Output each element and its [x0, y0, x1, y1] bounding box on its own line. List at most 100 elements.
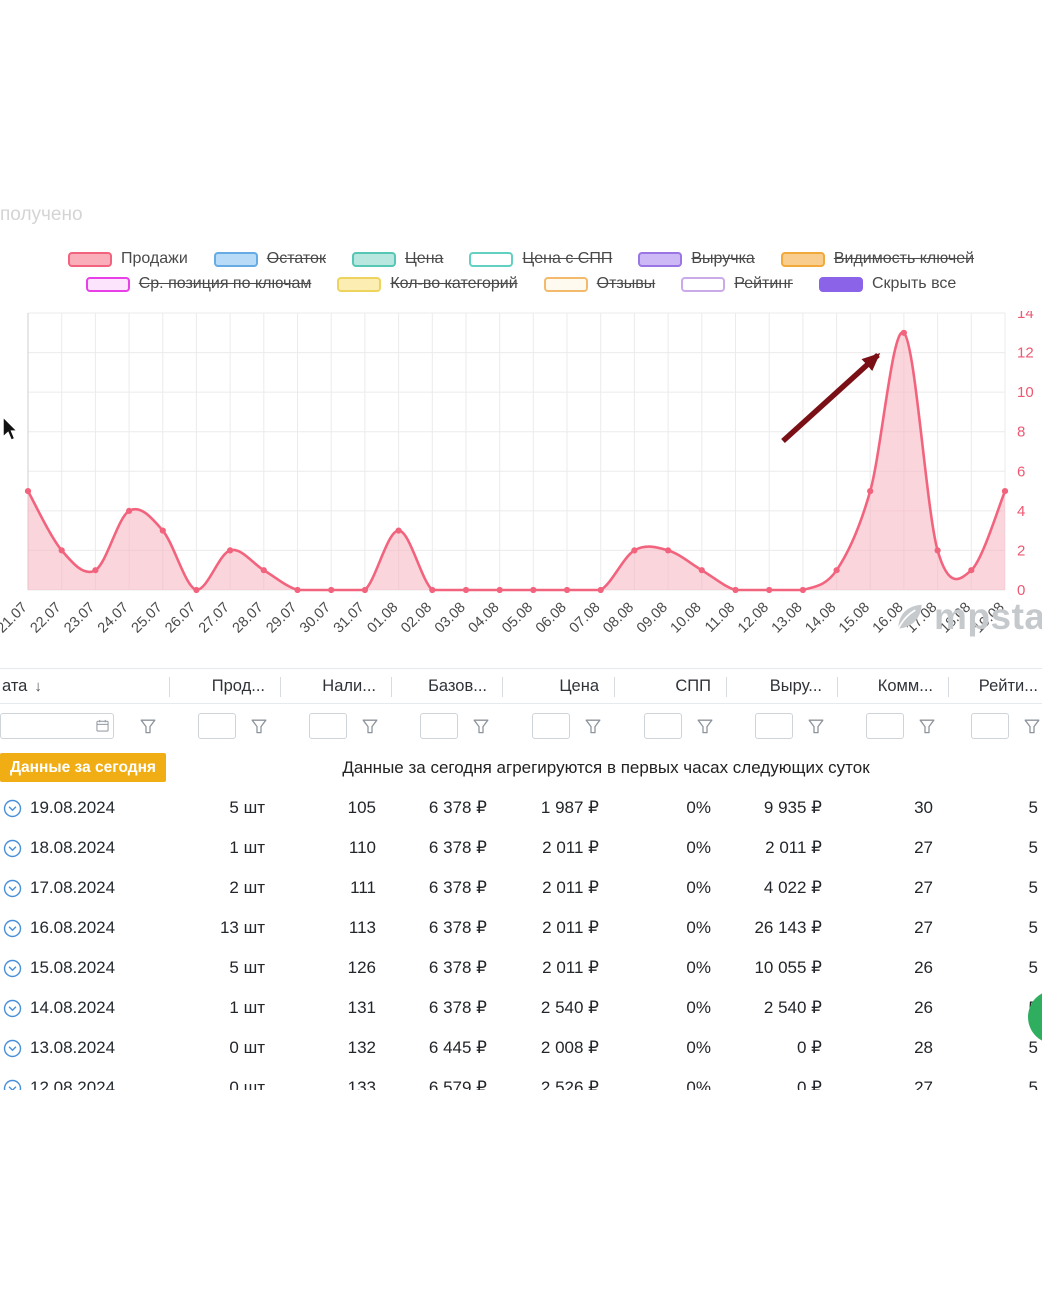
row-cell: 1 шт: [229, 998, 265, 1017]
filter-funnel-icon[interactable]: [473, 719, 489, 734]
row-cell: 2 526 ₽: [540, 1078, 599, 1090]
legend-swatch: [213, 251, 258, 267]
filter-cell: [170, 713, 281, 739]
row-cell: 0%: [686, 1078, 711, 1090]
column-header-label: Базов...: [428, 676, 487, 695]
row-cell: 6 579 ₽: [428, 1078, 487, 1090]
row-cell: 0%: [686, 998, 711, 1017]
column-header[interactable]: Рейти...: [949, 669, 1042, 703]
expand-row-icon[interactable]: [3, 799, 22, 818]
svg-text:06.08: 06.08: [533, 600, 570, 637]
filter-input[interactable]: [198, 713, 236, 739]
expand-row-icon[interactable]: [3, 919, 22, 938]
table-row[interactable]: 14.08.2024 1 шт 131 6 378 ₽ 2 540 ₽ 0% 2 540 ₽…: [0, 988, 1042, 1028]
expand-row-icon[interactable]: [3, 959, 22, 978]
column-header-label: Комм...: [877, 676, 933, 695]
table-row[interactable]: 13.08.2024 0 шт 132 6 445 ₽ 2 008 ₽ 0% 0 ₽ 28 5: [0, 1028, 1042, 1068]
sales-marker: [665, 547, 672, 554]
filter-funnel-icon[interactable]: [585, 719, 601, 734]
legend-label: Отзывы: [596, 275, 656, 292]
row-cell: 27: [914, 918, 933, 937]
legend-item[interactable]: Цена с СПП: [469, 250, 612, 268]
filter-input[interactable]: [755, 713, 793, 739]
svg-text:22.07: 22.07: [28, 600, 65, 637]
filter-input[interactable]: [644, 713, 682, 739]
filter-funnel-icon[interactable]: [697, 719, 713, 734]
svg-text:12.08: 12.08: [735, 600, 772, 637]
stats-table: ата ↓ Прод... Нали... Базов... Цена СПП Выру...…: [0, 668, 1042, 1090]
table-row[interactable]: 12.08.2024 0 шт 133 6 579 ₽ 2 526 ₽ 0% 0 ₽ 27 5: [0, 1068, 1042, 1090]
column-header[interactable]: СПП: [615, 669, 727, 703]
chart-legend: Продажи Остаток Цена Цена с СПП Выручка Видим…: [0, 250, 1042, 293]
row-cell: 0 ₽: [797, 1038, 822, 1057]
legend-label: Остаток: [266, 250, 326, 267]
filter-cell: [392, 713, 503, 739]
filter-input[interactable]: [309, 713, 347, 739]
filter-input[interactable]: [971, 713, 1009, 739]
legend-item[interactable]: Отзывы: [543, 275, 656, 293]
svg-text:31.07: 31.07: [331, 600, 368, 637]
column-header[interactable]: Комм...: [838, 669, 949, 703]
svg-text:23.07: 23.07: [61, 600, 98, 637]
svg-text:27.07: 27.07: [196, 600, 233, 637]
legend-item[interactable]: Цена: [351, 250, 443, 268]
date-cell: 15.08.2024: [0, 958, 170, 978]
legend-item[interactable]: Рейтинг: [681, 275, 793, 293]
filter-input[interactable]: [532, 713, 570, 739]
legend-item[interactable]: Видимость ключей: [780, 250, 974, 268]
sales-marker: [597, 586, 604, 594]
row-cell: 6 378 ₽: [428, 918, 487, 937]
column-header[interactable]: Выру...: [727, 669, 838, 703]
column-header[interactable]: Прод...: [170, 669, 281, 703]
legend-item[interactable]: Скрыть все: [819, 275, 956, 293]
column-header[interactable]: ата ↓: [0, 669, 170, 703]
table-row[interactable]: 17.08.2024 2 шт 111 6 378 ₽ 2 011 ₽ 0% 4 022 ₽…: [0, 868, 1042, 908]
expand-row-icon[interactable]: [3, 1039, 22, 1058]
filter-funnel-icon[interactable]: [808, 719, 824, 734]
column-header[interactable]: Цена: [503, 669, 615, 703]
expand-row-icon[interactable]: [3, 1079, 22, 1090]
filter-funnel-icon[interactable]: [362, 719, 378, 734]
filter-input[interactable]: [420, 713, 458, 739]
legend-swatch: [469, 251, 514, 267]
expand-row-icon[interactable]: [3, 999, 22, 1018]
column-header-label: Цена: [559, 676, 599, 695]
filter-funnel-icon[interactable]: [140, 719, 156, 734]
row-cell: 133: [347, 1078, 376, 1090]
legend-item[interactable]: Остаток: [213, 250, 326, 268]
svg-text:09.08: 09.08: [634, 600, 671, 637]
legend-row: Ср. позиция по ключам Кол-во категорий Отз…: [85, 275, 956, 293]
sales-marker: [766, 586, 773, 594]
sales-marker: [395, 527, 402, 534]
row-date: 19.08.2024: [30, 798, 116, 817]
expand-row-icon[interactable]: [3, 879, 22, 898]
filter-funnel-icon[interactable]: [919, 719, 935, 734]
column-header[interactable]: Базов...: [392, 669, 503, 703]
table-row[interactable]: 16.08.2024 13 шт 113 6 378 ₽ 2 011 ₽ 0% 26 143…: [0, 908, 1042, 948]
column-header[interactable]: Нали...: [281, 669, 392, 703]
svg-text:03.08: 03.08: [432, 600, 469, 637]
row-cell: 2 011 ₽: [542, 958, 599, 977]
table-row[interactable]: 15.08.2024 5 шт 126 6 378 ₽ 2 011 ₽ 0% 10 055 …: [0, 948, 1042, 988]
filter-funnel-icon[interactable]: [251, 719, 267, 734]
filter-input[interactable]: [866, 713, 904, 739]
row-cell: 26 143 ₽: [754, 918, 822, 937]
table-body: 19.08.2024 5 шт 105 6 378 ₽ 1 987 ₽ 0% 9 935 ₽…: [0, 788, 1042, 1090]
legend-item[interactable]: Выручка: [638, 250, 755, 268]
sort-desc-icon[interactable]: ↓: [34, 678, 42, 695]
table-row[interactable]: 18.08.2024 1 шт 110 6 378 ₽ 2 011 ₽ 0% 2 011 ₽…: [0, 828, 1042, 868]
expand-row-icon[interactable]: [3, 839, 22, 858]
row-cell: 6 378 ₽: [428, 798, 487, 817]
calendar-icon[interactable]: [96, 719, 109, 732]
legend-item[interactable]: Ср. позиция по ключам: [85, 275, 311, 293]
legend-item[interactable]: Кол-во категорий: [337, 275, 518, 293]
sales-marker: [900, 329, 908, 336]
filter-funnel-icon[interactable]: [1024, 719, 1040, 734]
legend-item[interactable]: Продажи: [67, 250, 188, 268]
table-row[interactable]: 19.08.2024 5 шт 105 6 378 ₽ 1 987 ₽ 0% 9 935 ₽…: [0, 788, 1042, 828]
svg-text:30.07: 30.07: [297, 600, 334, 637]
row-cell: 0 ₽: [797, 1078, 822, 1090]
row-cell: 126: [347, 958, 376, 977]
row-cell: 10 055 ₽: [754, 958, 822, 977]
row-cell: 6 378 ₽: [428, 838, 487, 857]
